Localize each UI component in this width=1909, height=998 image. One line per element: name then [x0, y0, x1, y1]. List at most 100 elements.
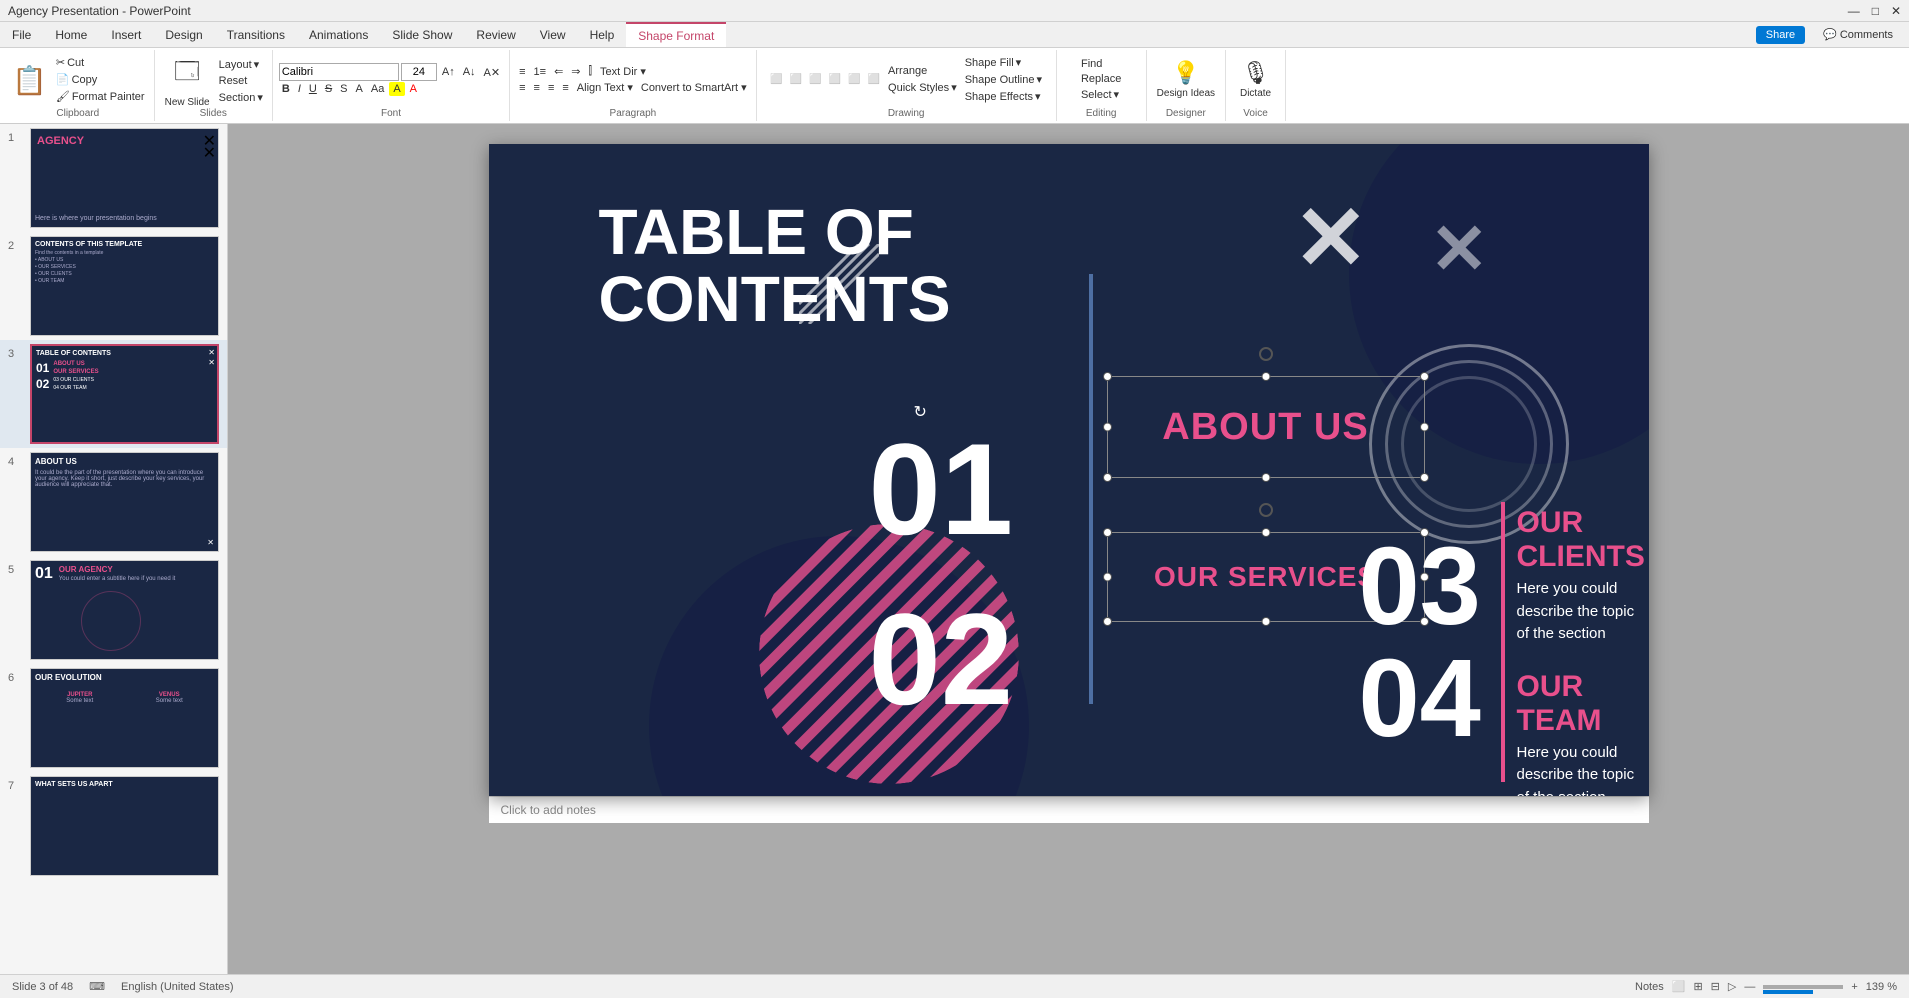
select-button[interactable]: Select ▾	[1078, 87, 1124, 102]
handle-ml[interactable]	[1103, 423, 1112, 432]
tab-view[interactable]: View	[528, 22, 578, 47]
slide-item-6[interactable]: 6 OUR EVOLUTION JUPITER Some text VENUS …	[0, 664, 227, 772]
handle-br[interactable]	[1420, 473, 1429, 482]
shape-4[interactable]: ⬜	[826, 73, 844, 86]
slide-item-1[interactable]: 1 AGENCY Here is where your presentation…	[0, 124, 227, 232]
cut-button[interactable]: ✂ Cut	[53, 55, 148, 70]
rotate-handle-02[interactable]: ↻	[914, 614, 927, 634]
slideshow-button[interactable]: ▷	[1728, 980, 1736, 993]
minimize-icon[interactable]: —	[1848, 4, 1860, 18]
shape-1[interactable]: ⬜	[767, 73, 785, 86]
slide-thumb-3[interactable]: TABLE OF CONTENTS 01 02 ABOUT US OUR SER…	[30, 344, 219, 444]
slide-thumb-5[interactable]: 01 OUR AGENCY You could enter a subtitle…	[30, 560, 219, 660]
rotate-handle-01[interactable]: ↻	[914, 402, 927, 422]
numbering-button[interactable]: 1≡	[531, 65, 550, 79]
slide-thumb-6[interactable]: OUR EVOLUTION JUPITER Some text VENUS So…	[30, 668, 219, 768]
paste-button[interactable]: 📋	[8, 62, 51, 97]
bold-button[interactable]: B	[279, 82, 293, 96]
font-color2-button[interactable]: A	[407, 82, 420, 96]
layout-button[interactable]: Layout ▾	[216, 57, 266, 72]
tab-slideshow[interactable]: Slide Show	[380, 22, 464, 47]
handle-tm[interactable]	[1261, 372, 1270, 381]
convert-smartart-button[interactable]: Convert to SmartArt ▾	[638, 80, 750, 95]
handle-bl[interactable]	[1103, 473, 1112, 482]
handle-s-bm[interactable]	[1261, 617, 1270, 626]
zoom-in-button[interactable]: +	[1851, 981, 1857, 993]
font-name-input[interactable]	[279, 63, 399, 81]
rotate-handle[interactable]	[1259, 347, 1273, 361]
slide-thumb-2[interactable]: CONTENTS OF THIS TEMPLATE Find the conte…	[30, 236, 219, 336]
handle-s-bl[interactable]	[1103, 617, 1112, 626]
clear-formatting-button[interactable]: A✕	[481, 65, 504, 80]
slide-item-5[interactable]: 5 01 OUR AGENCY You could enter a subtit…	[0, 556, 227, 664]
handle-tl[interactable]	[1103, 372, 1112, 381]
arrange-button[interactable]: Arrange	[885, 64, 960, 78]
align-text-button[interactable]: Align Text ▾	[574, 80, 636, 95]
align-center-button[interactable]: ≡	[531, 81, 543, 95]
notes-bar[interactable]: Click to add notes	[489, 796, 1649, 823]
italic-button[interactable]: I	[295, 82, 304, 96]
font-size-increase-button[interactable]: A↑	[439, 65, 458, 79]
about-us-selection-box[interactable]: ABOUT US	[1107, 376, 1425, 478]
justify-button[interactable]: ≡	[559, 81, 571, 95]
tab-home[interactable]: Home	[43, 22, 99, 47]
font-color-button[interactable]: A	[353, 82, 366, 96]
section-button[interactable]: Section ▾	[216, 90, 266, 105]
slide-item-4[interactable]: 4 ABOUT US It could be the part of the p…	[0, 448, 227, 556]
tab-design[interactable]: Design	[153, 22, 214, 47]
indent-more-button[interactable]: ⇒	[568, 64, 583, 79]
strikethrough-button[interactable]: S	[322, 82, 335, 96]
bullets-button[interactable]: ≡	[516, 65, 528, 79]
shape-3[interactable]: ⬜	[806, 73, 824, 86]
slide-item-3[interactable]: 3 TABLE OF CONTENTS 01 02 ABOUT US OUR S…	[0, 340, 227, 448]
font-size-decrease-button[interactable]: A↓	[460, 65, 479, 79]
slide-thumb-4[interactable]: ABOUT US It could be the part of the pre…	[30, 452, 219, 552]
handle-s-tl[interactable]	[1103, 528, 1112, 537]
share-button[interactable]: Share	[1756, 26, 1805, 44]
maximize-icon[interactable]: □	[1872, 4, 1879, 18]
shape-5[interactable]: ⬜	[845, 73, 863, 86]
thumb3-close1[interactable]: ✕	[208, 348, 215, 357]
shadow-button[interactable]: S	[337, 82, 350, 96]
tab-review[interactable]: Review	[464, 22, 527, 47]
shape-2[interactable]: ⬜	[787, 73, 805, 86]
normal-view-button[interactable]: ⬜	[1672, 980, 1686, 993]
handle-bm[interactable]	[1261, 473, 1270, 482]
slide-canvas[interactable]: ✕ ✕	[489, 144, 1649, 796]
handle-mr[interactable]	[1420, 423, 1429, 432]
columns-button[interactable]: ⫿	[586, 64, 596, 79]
new-slide-button[interactable]: 🗔New Slide	[161, 52, 214, 110]
thumb4-close[interactable]: ✕	[207, 538, 214, 547]
zoom-slider[interactable]	[1763, 985, 1843, 989]
handle-tr[interactable]	[1420, 372, 1429, 381]
font-size-input[interactable]	[401, 63, 437, 81]
shape-outline-button[interactable]: Shape Outline ▾	[962, 72, 1045, 87]
quick-styles-button[interactable]: Quick Styles ▾	[885, 80, 960, 95]
notes-button[interactable]: Notes	[1635, 981, 1664, 993]
handle-s-tm[interactable]	[1261, 528, 1270, 537]
copy-button[interactable]: 📄 Copy	[53, 72, 148, 87]
replace-button[interactable]: Replace	[1078, 72, 1124, 86]
handle-s-ml[interactable]	[1103, 573, 1112, 582]
shape-fill-button[interactable]: Shape Fill ▾	[962, 55, 1045, 70]
text-direction-button[interactable]: Text Dir ▾	[597, 64, 649, 79]
shape-6[interactable]: ⬜	[865, 73, 883, 86]
shape-effects-button[interactable]: Shape Effects ▾	[962, 89, 1045, 104]
underline-button[interactable]: U	[306, 82, 320, 96]
tab-help[interactable]: Help	[578, 22, 627, 47]
thumb1-action[interactable]: ✕	[203, 143, 216, 163]
comments-button[interactable]: 💬 Comments	[1815, 25, 1901, 44]
slide-thumb-1[interactable]: AGENCY Here is where your presentation b…	[30, 128, 219, 228]
tab-shape-format[interactable]: Shape Format	[626, 22, 726, 47]
reading-view-button[interactable]: ⊟	[1711, 980, 1720, 993]
rotate-handle-services[interactable]	[1259, 503, 1273, 517]
reset-button[interactable]: Reset	[216, 74, 266, 88]
align-right-button[interactable]: ≡	[545, 81, 557, 95]
tab-transitions[interactable]: Transitions	[215, 22, 297, 47]
highlight-button[interactable]: A	[389, 82, 404, 96]
slide-thumb-7[interactable]: WHAT SETS US APART	[30, 776, 219, 876]
indent-less-button[interactable]: ⇐	[551, 64, 566, 79]
slide-item-7[interactable]: 7 WHAT SETS US APART	[0, 772, 227, 880]
thumb3-close2[interactable]: ✕	[208, 358, 215, 367]
slide-sorter-button[interactable]: ⊞	[1693, 980, 1702, 993]
